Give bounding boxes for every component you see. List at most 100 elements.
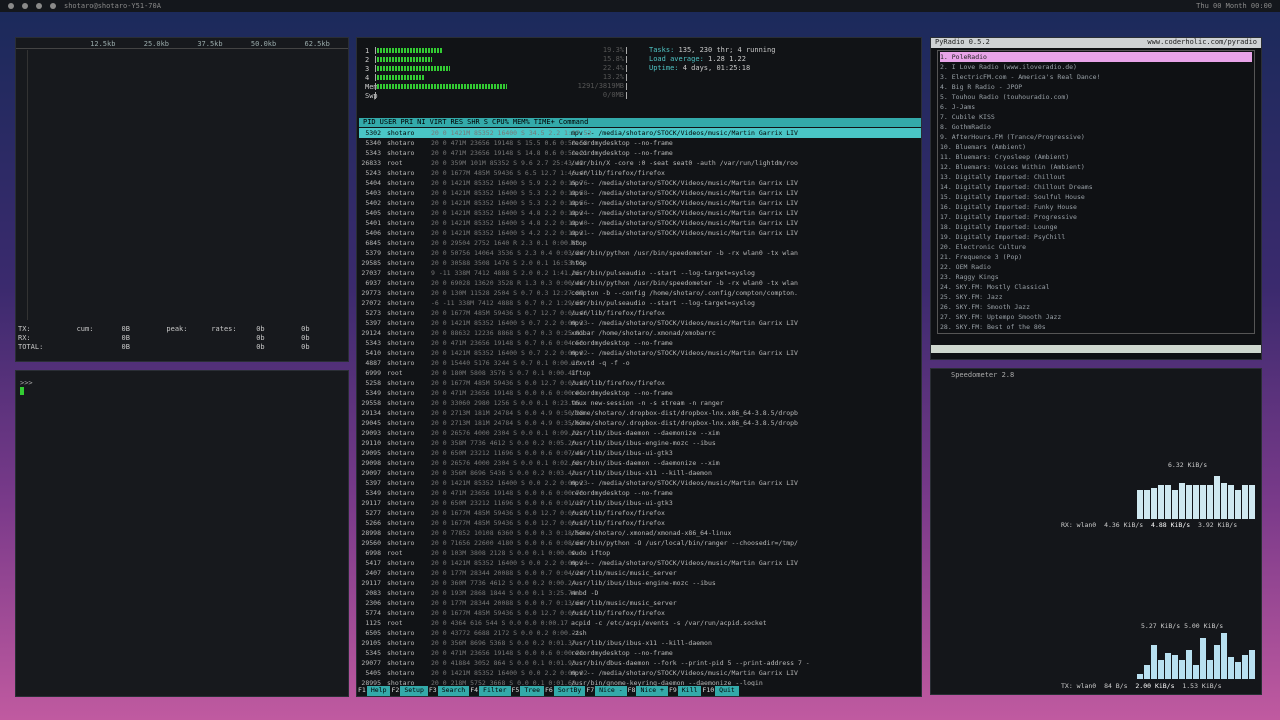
fkey-action[interactable]: SortBy [553,686,586,696]
process-row[interactable]: 5401 shotaro 20 0 1421M 85352 16400 S 4.8 … [359,218,921,228]
process-row[interactable]: 29110 shotaro 20 0 358M 7736 4612 S 0.0 0.… [359,438,921,448]
station-item[interactable]: 1. PoleRadio [940,52,1252,62]
process-table-header[interactable]: PID USER PRI NI VIRT RES SHR S CPU% MEM% TIME+ Comm… [359,118,921,127]
process-row[interactable]: 5302 shotaro 20 0 1421M 85352 16400 S 34.5… [359,128,921,138]
fkey-label[interactable]: F4 [469,686,479,696]
pyradio-window[interactable]: PyRadio 0.5.2 www.coderholic.com/pyradio… [930,37,1262,360]
process-row[interactable]: 29773 shotaro 20 0 130M 11528 2504 S 0.7 0… [359,288,921,298]
process-row[interactable]: 29560 shotaro 20 0 71656 22600 4180 S 0.0 … [359,538,921,548]
fkey-action[interactable]: Setup [400,686,428,696]
station-item[interactable]: 24. SKY.FM: Mostly Classical [940,282,1252,292]
process-row[interactable]: 6845 shotaro 20 0 29504 2752 1640 R 2.3 0.… [359,238,921,248]
process-row[interactable]: 5258 shotaro 20 0 1677M 485M 59436 S 0.0 1… [359,378,921,388]
process-row[interactable]: 5403 shotaro 20 0 1421M 85352 16400 S 5.3 … [359,188,921,198]
process-row[interactable]: 5406 shotaro 20 0 1421M 85352 16400 S 4.2 … [359,228,921,238]
station-item[interactable]: 26. SKY.FM: Smooth Jazz [940,302,1252,312]
process-row[interactable]: 29097 shotaro 20 0 356M 8696 5436 S 0.0 0.… [359,468,921,478]
process-row[interactable]: 5379 shotaro 20 0 50756 14064 3536 S 2.3 0… [359,248,921,258]
fkey-label[interactable]: F9 [668,686,678,696]
fkey-label[interactable]: F1 [357,686,367,696]
station-item[interactable]: 22. OEM Radio [940,262,1252,272]
station-item[interactable]: 28. SKY.FM: Best of the 80s [940,322,1252,332]
station-item[interactable]: 10. Bluemars (Ambient) [940,142,1252,152]
column-header[interactable]: SHR [463,118,480,127]
process-row[interactable]: 27072 shotaro -6 -11 338M 7412 4888 S 0.7 … [359,298,921,308]
nload-window[interactable]: 12.5kb 25.0kb 37.5kb 50.0kb 62.5kb TX: c… [15,37,349,362]
fkey-label[interactable]: F3 [428,686,438,696]
station-item[interactable]: 5. Touhou Radio (touhouradio.com) [940,92,1252,102]
fkey-label[interactable]: F7 [585,686,595,696]
process-row[interactable]: 2407 shotaro 20 0 177M 28344 20088 S 0.0 0… [359,568,921,578]
process-row[interactable]: 5404 shotaro 20 0 1421M 85352 16400 S 5.9 … [359,178,921,188]
process-row[interactable]: 28998 shotaro 20 0 77852 10108 6360 S 0.0 … [359,528,921,538]
fkey-action[interactable]: Search [437,686,470,696]
process-row[interactable]: 29134 shotaro 20 0 2713M 181M 24784 S 0.0 … [359,408,921,418]
station-item[interactable]: 7. Cubile KISS [940,112,1252,122]
station-item[interactable]: 21. Frequence 3 (Pop) [940,252,1252,262]
process-row[interactable]: 5405 shotaro 20 0 1421M 85352 16400 S 4.8 … [359,208,921,218]
process-row[interactable]: 5397 shotaro 20 0 1421M 85352 16400 S 0.7 … [359,318,921,328]
workspace-dot-icon[interactable] [50,3,56,9]
station-item[interactable]: 23. Raggy Kings [940,272,1252,282]
process-row[interactable]: 29558 shotaro 20 0 33060 2980 1256 S 0.0 0… [359,398,921,408]
process-row[interactable]: 26833 root 20 0 359M 101M 85352 S 9.6 2.7 … [359,158,921,168]
process-row[interactable]: 5340 shotaro 20 0 471M 23656 19148 S 15.5 … [359,138,921,148]
column-header[interactable]: Command [555,118,589,127]
process-row[interactable]: 29117 shotaro 20 0 650M 23212 11696 S 0.0 … [359,498,921,508]
terminal-window[interactable]: >>> [15,370,349,697]
station-item[interactable]: 18. Digitally Imported: Lounge [940,222,1252,232]
column-header[interactable]: USER [376,118,397,127]
column-header[interactable]: NI [413,118,425,127]
process-row[interactable]: 29124 shotaro 20 0 88632 12236 8868 S 0.7 … [359,328,921,338]
process-row[interactable]: 5397 shotaro 20 0 1421M 85352 16400 S 0.0 … [359,478,921,488]
fkey-action[interactable]: Nice - [595,686,627,696]
process-row[interactable]: 29098 shotaro 20 0 26576 4000 2304 S 0.0 0… [359,458,921,468]
process-row[interactable]: 6998 root 20 0 103M 3808 2128 S 0.0 0.1 0:… [359,548,921,558]
station-item[interactable]: 27. SKY.FM: Uptempo Smooth Jazz [940,312,1252,322]
station-item[interactable]: 4. Big R Radio - JPOP [940,82,1252,92]
process-row[interactable]: 6999 root 20 0 180M 5808 3576 S 0.7 0.1 0:… [359,368,921,378]
process-row[interactable]: 5343 shotaro 20 0 471M 23656 19148 S 0.7 0… [359,338,921,348]
station-item[interactable]: 19. Digitally Imported: PsyChill [940,232,1252,242]
station-item[interactable]: 15. Digitally Imported: Soulful House [940,192,1252,202]
column-header[interactable]: TIME+ [530,118,555,127]
process-row[interactable]: 5345 shotaro 20 0 471M 23656 19148 S 0.0 0… [359,648,921,658]
process-row[interactable]: 5273 shotaro 20 0 1677M 485M 59436 S 0.7 1… [359,308,921,318]
fkey-label[interactable]: F6 [544,686,554,696]
process-row[interactable]: 5417 shotaro 20 0 1421M 85352 16400 S 0.0 … [359,558,921,568]
process-row[interactable]: 5349 shotaro 20 0 471M 23656 19148 S 0.0 0… [359,488,921,498]
fkey-action[interactable]: Nice + [636,686,668,696]
fkey-action[interactable]: Tree [520,686,544,696]
column-header[interactable]: VIRT [426,118,447,127]
fkey-label[interactable]: F2 [390,686,400,696]
fkey-label[interactable]: F5 [511,686,521,696]
fkey-action[interactable]: Help [366,686,391,696]
column-header[interactable]: RES [446,118,463,127]
station-list[interactable]: 1. PoleRadio 2. I Love Radio (www.ilovera… [937,50,1255,334]
station-item[interactable]: 25. SKY.FM: Jazz [940,292,1252,302]
process-table[interactable]: 5302 shotaro 20 0 1421M 85352 16400 S 34.5… [359,128,921,688]
station-item[interactable]: 12. Bluemars: Voices Within (Ambient) [940,162,1252,172]
station-item[interactable]: 14. Digitally Imported: Chillout Dreams [940,182,1252,192]
process-row[interactable]: 5349 shotaro 20 0 471M 23656 19148 S 0.0 0… [359,388,921,398]
process-row[interactable]: 29077 shotaro 20 0 41884 3052 864 S 0.0 0.… [359,658,921,668]
station-item[interactable]: 9. AfterHours.FM (Trance/Progressive) [940,132,1252,142]
station-item[interactable]: 3. ElectricFM.com - America's Real Dance… [940,72,1252,82]
workspace-dot-icon[interactable] [8,3,14,9]
station-item[interactable]: 8. GothmRadio [940,122,1252,132]
process-row[interactable]: 29093 shotaro 20 0 26576 4000 2304 S 0.0 0… [359,428,921,438]
process-row[interactable]: 5277 shotaro 20 0 1677M 485M 59436 S 0.0 1… [359,508,921,518]
process-row[interactable]: 2306 shotaro 20 0 177M 28344 20088 S 0.0 0… [359,598,921,608]
fkey-action[interactable]: Quit [715,686,739,696]
column-header[interactable]: S [480,118,488,127]
process-row[interactable]: 5243 shotaro 20 0 1677M 485M 59436 S 6.5 1… [359,168,921,178]
process-row[interactable]: 5343 shotaro 20 0 471M 23656 19148 S 14.8 … [359,148,921,158]
process-row[interactable]: 5402 shotaro 20 0 1421M 85352 16400 S 5.3 … [359,198,921,208]
column-header[interactable]: PRI [397,118,414,127]
process-row[interactable]: 29117 shotaro 20 0 360M 7736 4612 S 0.0 0.… [359,578,921,588]
fkey-action[interactable]: Filter [479,686,511,696]
process-row[interactable]: 27037 shotaro 9 -11 338M 7412 4888 S 2.0 0… [359,268,921,278]
process-row[interactable]: 5410 shotaro 20 0 1421M 85352 16400 S 0.7 … [359,348,921,358]
process-row[interactable]: 6505 shotaro 20 0 43772 6688 2172 S 0.0 0.… [359,628,921,638]
workspace-dot-icon[interactable] [22,3,28,9]
